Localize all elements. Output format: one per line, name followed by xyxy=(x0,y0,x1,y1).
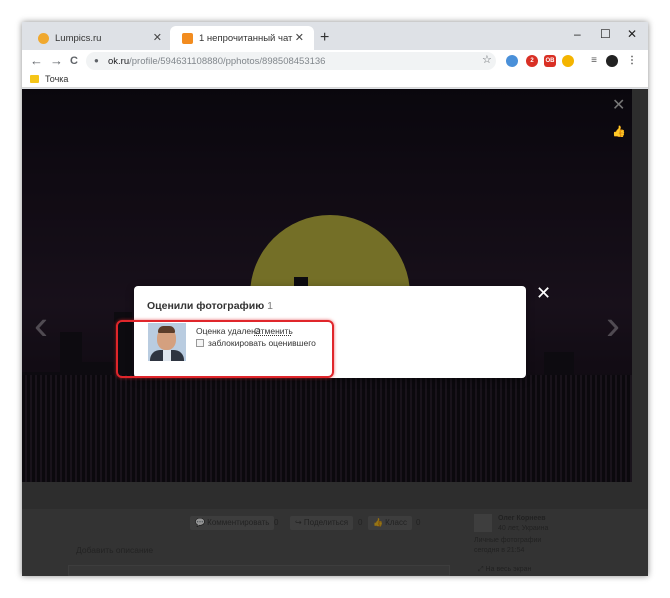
tab-lumpics[interactable]: Lumpics.ru ✕ xyxy=(26,26,172,50)
new-tab-button[interactable]: + xyxy=(320,28,329,48)
menu-dots-icon[interactable]: ⋮ xyxy=(626,55,638,67)
address-bar[interactable]: ● ok.ru /profile/594631108880/pphotos/89… xyxy=(86,52,496,70)
bookmark-tochka[interactable]: Точка xyxy=(30,74,68,84)
bookmark-star-icon[interactable]: ☆ xyxy=(482,53,492,66)
browser-window: Lumpics.ru ✕ 1 непрочитанный чат ✕ + – ☐… xyxy=(22,22,648,576)
tab-label: 1 непрочитанный чат xyxy=(199,32,293,44)
tab-close-icon[interactable]: ✕ xyxy=(153,31,162,45)
highlight-annotation-frame xyxy=(116,320,334,378)
lock-icon: ● xyxy=(94,56,99,65)
tab-close-icon[interactable]: ✕ xyxy=(295,31,304,45)
minimize-button[interactable]: – xyxy=(574,26,581,42)
prev-photo-arrow-icon[interactable]: ‹ xyxy=(34,304,48,346)
window-close-button[interactable]: ✕ xyxy=(627,26,637,42)
viewer-like-icon[interactable]: 👍 xyxy=(612,125,626,138)
next-photo-arrow-icon[interactable]: › xyxy=(606,304,620,346)
ext-red-badge-icon[interactable]: 2 xyxy=(526,55,538,67)
forward-button[interactable]: → xyxy=(50,53,63,69)
dialog-close-icon[interactable]: ✕ xyxy=(536,284,551,302)
tab-label: Lumpics.ru xyxy=(55,32,102,44)
profile-avatar[interactable] xyxy=(606,55,618,67)
ext-blue-icon[interactable] xyxy=(506,55,518,67)
viewer-close-icon[interactable]: ✕ xyxy=(612,95,625,115)
bookmarks-bar: Точка xyxy=(22,72,648,88)
dialog-count: 1 xyxy=(267,300,273,312)
dialog-title: Оценили фотографию 1 xyxy=(147,300,273,312)
tab-strip: Lumpics.ru ✕ 1 непрочитанный чат ✕ + – ☐… xyxy=(22,22,648,50)
tab-ok-chat[interactable]: 1 непрочитанный чат ✕ xyxy=(170,26,314,50)
dialog-title-text: Оценили фотографию xyxy=(147,300,265,312)
ok-mail-favicon-icon xyxy=(182,32,193,44)
address-host: ok.ru xyxy=(108,55,130,67)
lumpics-favicon-icon xyxy=(38,32,49,44)
bookmark-label: Точка xyxy=(45,74,69,84)
reading-list-icon[interactable]: ≡ xyxy=(588,55,600,67)
ext-ok-icon[interactable]: OB xyxy=(544,55,556,67)
maximize-button[interactable]: ☐ xyxy=(600,26,611,42)
back-button[interactable]: ← xyxy=(30,53,43,69)
folder-icon xyxy=(30,75,39,83)
address-path: /profile/594631108880/pphotos/8985084531… xyxy=(129,55,326,67)
ext-yellow-icon[interactable] xyxy=(562,55,574,67)
browser-toolbar: ← → C ● ok.ru /profile/594631108880/ppho… xyxy=(22,50,648,72)
reload-button[interactable]: C xyxy=(70,53,78,69)
